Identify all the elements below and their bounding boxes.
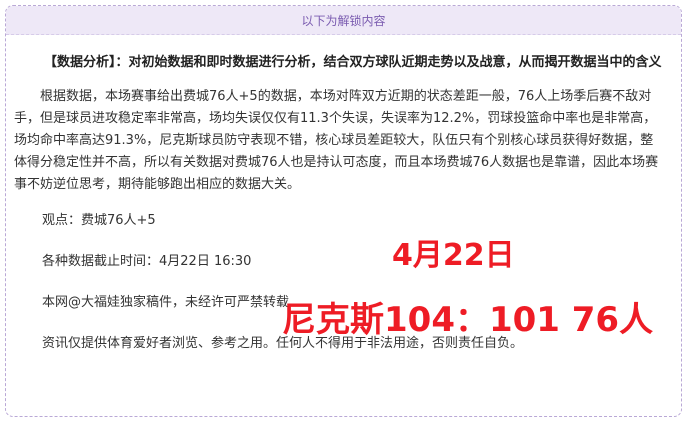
unlock-banner-label: 以下为解锁内容 (301, 13, 386, 28)
deadline-text: 各种数据截止时间：4月22日 16:30 (42, 254, 252, 269)
analysis-heading: 【数据分析】：对初始数据和即时数据进行分析，结合双方球队近期走势以及战意，从而揭… (44, 55, 662, 70)
analysis-body: 根据数据，本场赛事给出费城76人+5的数据，本场对阵双方近期的状态差距一般，76… (14, 89, 659, 192)
viewpoint-text: 观点：费城76人+5 (42, 213, 156, 228)
final-score-overlay: 尼克斯104：101 76人 (282, 300, 654, 340)
unlock-banner: 以下为解锁内容 (6, 6, 681, 35)
match-date-overlay: 4月22日 (392, 238, 515, 273)
